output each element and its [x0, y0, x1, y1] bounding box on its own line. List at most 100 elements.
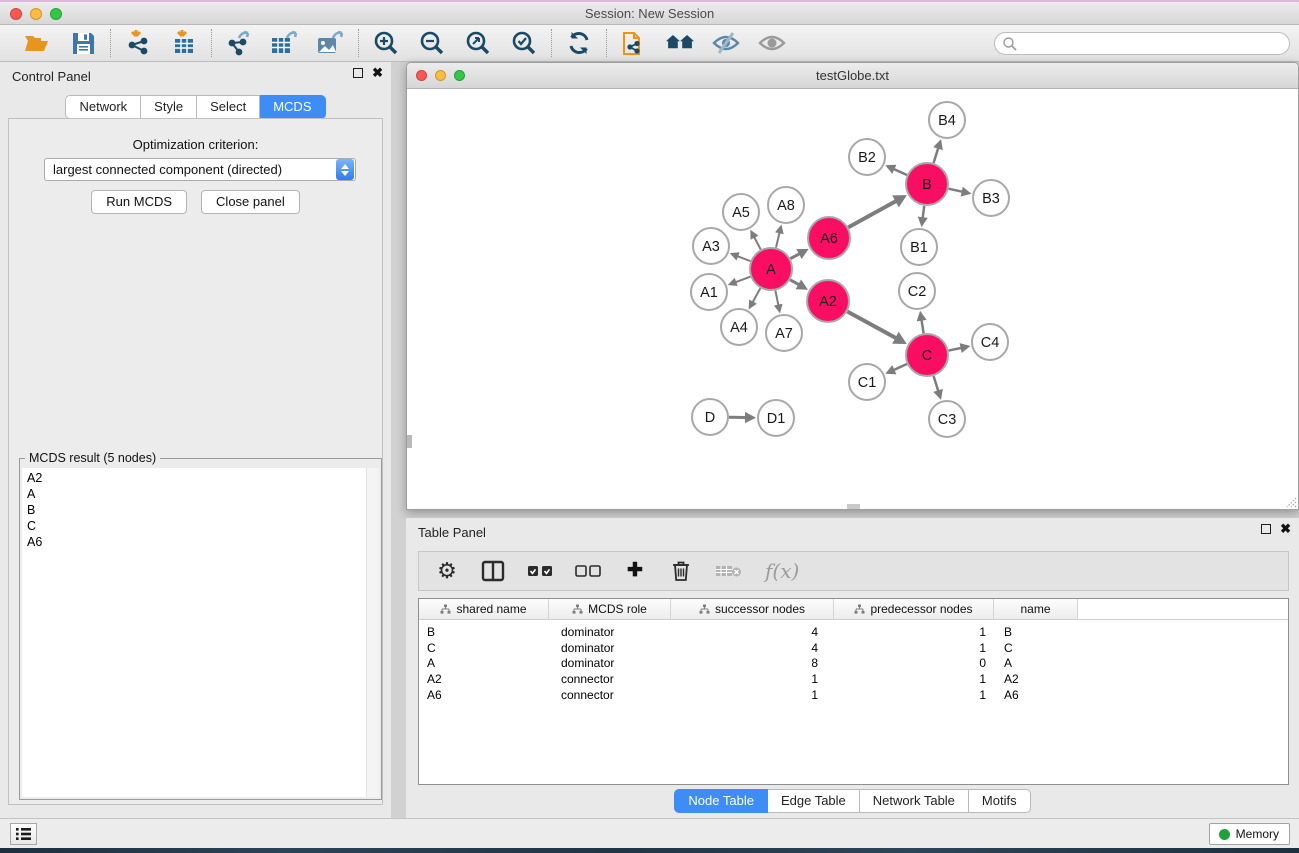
unchecked-boxes-icon[interactable]: [575, 558, 601, 584]
graph-edge-C-C1[interactable]: [893, 364, 906, 370]
export-table-button[interactable]: [270, 28, 300, 58]
column-header-name[interactable]: name: [994, 599, 1078, 619]
network-document-button[interactable]: [619, 28, 649, 58]
close-panel-button[interactable]: Close panel: [201, 190, 300, 214]
network-canvas-svg[interactable]: B4 B2 B B3 A5A8A6 A3 B1 A A1 C2 A2 A4A7 C4 C C1 C3 D D1: [407, 89, 1298, 509]
result-item[interactable]: A2: [22, 470, 379, 486]
tab-motifs[interactable]: Motifs: [969, 789, 1031, 813]
graph-node-B3[interactable]: B3: [973, 180, 1009, 216]
open-session-button[interactable]: [22, 28, 52, 58]
graph-node-A2[interactable]: A2: [807, 280, 849, 322]
graph-edge-B-B3[interactable]: [948, 189, 962, 192]
delete-table-icon[interactable]: [715, 558, 743, 584]
function-builder-icon[interactable]: f(x): [765, 558, 799, 584]
graph-edge-C-C4[interactable]: [949, 348, 962, 351]
graph-node-B4[interactable]: B4: [929, 102, 965, 138]
zoom-selected-button[interactable]: [509, 28, 539, 58]
import-network-button[interactable]: [123, 28, 153, 58]
zoom-out-button[interactable]: [417, 28, 447, 58]
graph-node-A6[interactable]: A6: [808, 217, 850, 259]
resize-grip-icon[interactable]: [1283, 494, 1297, 508]
close-panel-icon[interactable]: ✖: [1280, 524, 1291, 534]
search-field[interactable]: [994, 32, 1290, 55]
tab-select[interactable]: Select: [197, 95, 260, 119]
graph-node-B[interactable]: B: [906, 163, 948, 205]
column-header-MCDS-role[interactable]: MCDS role: [549, 599, 671, 619]
gear-icon[interactable]: ⚙: [435, 558, 459, 584]
table-row[interactable]: Bdominator41B: [419, 624, 1288, 640]
graph-edge-C-C2[interactable]: [921, 320, 923, 334]
home-button[interactable]: [665, 28, 695, 58]
column-header-successor-nodes[interactable]: successor nodes: [671, 599, 834, 619]
task-history-button[interactable]: [10, 823, 37, 845]
graph-node-A3[interactable]: A3: [693, 228, 729, 264]
network-canvas[interactable]: B4 B2 B B3 A5A8A6 A3 B1 A A1 C2 A2 A4A7 C4 C C1 C3 D D1: [407, 89, 1298, 509]
canvas-scroll-thumb[interactable]: [407, 435, 412, 448]
graph-edge-A-A6[interactable]: [790, 254, 799, 259]
result-item[interactable]: C: [22, 518, 379, 534]
graph-edge-A6-B[interactable]: [848, 201, 896, 227]
graph-edge-A2-C[interactable]: [847, 312, 896, 339]
graph-node-C[interactable]: C: [906, 334, 948, 376]
result-item[interactable]: A6: [22, 534, 379, 550]
graph-node-A7[interactable]: A7: [766, 315, 802, 351]
export-image-button[interactable]: [316, 28, 346, 58]
graph-node-A8[interactable]: A8: [768, 187, 804, 223]
graph-node-A[interactable]: A: [750, 248, 792, 290]
zoom-in-button[interactable]: [371, 28, 401, 58]
graph-node-A1[interactable]: A1: [691, 274, 727, 310]
mcds-result-list[interactable]: A2ABCA6: [22, 468, 379, 797]
add-column-icon[interactable]: ✚: [623, 558, 647, 584]
hide-selected-button[interactable]: [711, 28, 741, 58]
columns-icon[interactable]: [481, 558, 505, 584]
graph-node-C1[interactable]: C1: [849, 364, 885, 400]
tab-style[interactable]: Style: [141, 95, 197, 119]
import-table-button[interactable]: [169, 28, 199, 58]
graph-node-A5[interactable]: A5: [723, 194, 759, 230]
graph-node-B1[interactable]: B1: [901, 229, 937, 265]
graph-edge-A-A1[interactable]: [735, 277, 750, 283]
table-row[interactable]: A6connector11A6: [419, 687, 1288, 703]
graph-node-C2[interactable]: C2: [899, 273, 935, 309]
tab-edge-table[interactable]: Edge Table: [768, 789, 860, 813]
save-session-button[interactable]: [68, 28, 98, 58]
table-row[interactable]: Adominator80A: [419, 655, 1288, 671]
export-network-button[interactable]: [224, 28, 254, 58]
close-panel-icon[interactable]: ✖: [372, 68, 383, 78]
graph-node-C3[interactable]: C3: [929, 401, 965, 437]
graph-edge-C-C3[interactable]: [934, 376, 939, 391]
memory-button[interactable]: Memory: [1209, 823, 1290, 845]
graph-edge-B-B4[interactable]: [934, 148, 939, 163]
graph-edge-A-A2[interactable]: [790, 280, 799, 285]
search-input[interactable]: [1018, 37, 1289, 51]
table-row[interactable]: A2connector11A2: [419, 671, 1288, 687]
graph-edge-B-B1[interactable]: [923, 206, 925, 218]
graph-edge-A-A5[interactable]: [754, 237, 761, 250]
graph-edge-A-A4[interactable]: [753, 288, 761, 302]
float-panel-icon[interactable]: [1261, 524, 1271, 534]
tab-mcds[interactable]: MCDS: [260, 95, 325, 119]
graph-node-B2[interactable]: B2: [849, 139, 885, 175]
graph-edge-A-A8[interactable]: [776, 232, 780, 247]
graph-node-A4[interactable]: A4: [721, 309, 757, 345]
show-hidden-button[interactable]: [757, 28, 787, 58]
graph-node-D1[interactable]: D1: [758, 400, 794, 436]
graph-edge-B-B2[interactable]: [893, 169, 906, 175]
zoom-fit-button[interactable]: [463, 28, 493, 58]
network-window-titlebar[interactable]: testGlobe.txt: [407, 63, 1298, 89]
graph-edge-A-A3[interactable]: [737, 256, 750, 261]
canvas-bottom-scroll-tick[interactable]: [847, 504, 860, 509]
result-list-scrollbar[interactable]: [366, 468, 379, 797]
graph-edge-A-A7[interactable]: [775, 291, 778, 306]
result-item[interactable]: B: [22, 502, 379, 518]
graph-node-D[interactable]: D: [692, 399, 728, 435]
tab-network-table[interactable]: Network Table: [860, 789, 969, 813]
refresh-button[interactable]: [564, 28, 594, 58]
run-mcds-button[interactable]: Run MCDS: [91, 190, 187, 214]
result-item[interactable]: A: [22, 486, 379, 502]
graph-node-C4[interactable]: C4: [972, 324, 1008, 360]
column-header-shared-name[interactable]: shared name: [419, 599, 549, 619]
float-panel-icon[interactable]: [353, 68, 363, 78]
table-row[interactable]: Cdominator41C: [419, 640, 1288, 656]
tab-node-table[interactable]: Node Table: [674, 789, 768, 813]
